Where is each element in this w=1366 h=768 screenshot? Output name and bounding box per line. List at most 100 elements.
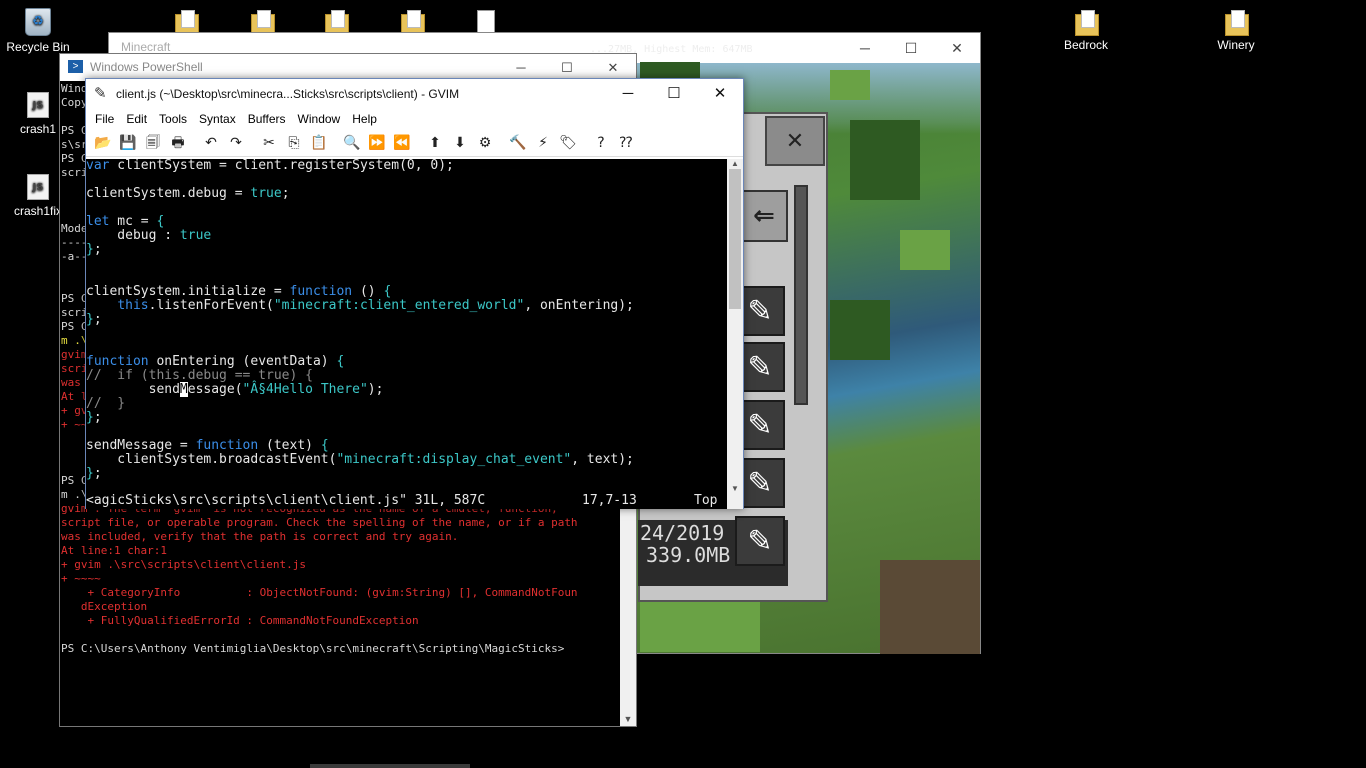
desktop-icon-recycle-bin[interactable]: ♻ Recycle Bin bbox=[0, 8, 76, 54]
minimize-button[interactable]: ─ bbox=[605, 79, 651, 109]
undo-icon[interactable]: ↶ bbox=[200, 132, 222, 154]
console-line: script file, or operable program. Check … bbox=[61, 516, 578, 529]
save-session-icon[interactable]: ⬇ bbox=[449, 132, 471, 154]
code-line: var clientSystem = client.registerSystem… bbox=[86, 159, 454, 173]
status-file: <agicSticks\src\scripts\client\client.js… bbox=[86, 493, 486, 508]
save-all-icon[interactable]: 🗐 bbox=[142, 132, 164, 154]
print-icon[interactable]: 🖶 bbox=[167, 132, 189, 154]
find-help-icon[interactable]: ⁇ bbox=[615, 132, 637, 154]
minimize-button[interactable]: ─ bbox=[842, 33, 888, 63]
minecraft-back-arrow-icon[interactable]: ⇐ bbox=[740, 190, 788, 242]
code-line: }; bbox=[86, 242, 102, 257]
console-line: + CategoryInfo : ObjectNotFound: (gvim:S… bbox=[61, 586, 578, 599]
close-button[interactable]: ✕ bbox=[590, 54, 636, 81]
make-icon[interactable]: 🔨 bbox=[507, 132, 529, 154]
tags-icon[interactable]: 🏷 bbox=[557, 132, 579, 154]
find-prev-icon[interactable]: ⏪ bbox=[391, 132, 413, 154]
menu-syntax[interactable]: Syntax bbox=[197, 109, 242, 129]
gvim-scrollbar[interactable]: ▲ ▼ bbox=[727, 159, 743, 509]
world-date: 24/2019 bbox=[640, 521, 725, 545]
code-line: sendMessage("Â§4Hello There"); bbox=[86, 382, 384, 397]
js-file-icon: JS bbox=[27, 92, 49, 118]
folder-icon bbox=[1075, 10, 1099, 36]
code-line: }; bbox=[86, 466, 102, 481]
console-line: was included, verify that the path is co… bbox=[61, 530, 459, 543]
menu-help[interactable]: Help bbox=[350, 109, 383, 129]
menu-edit[interactable]: Edit bbox=[124, 109, 153, 129]
code-line: clientSystem.initialize = function () { bbox=[86, 284, 392, 299]
window-title: Windows PowerShell bbox=[90, 60, 203, 74]
find-replace-icon[interactable]: 🔍 bbox=[341, 132, 363, 154]
close-button[interactable]: ✕ bbox=[934, 33, 980, 63]
console-line: At line:1 char:1 bbox=[61, 544, 167, 557]
folder-icon bbox=[1225, 10, 1249, 36]
folder-icon bbox=[401, 10, 425, 36]
save-icon[interactable]: 💾 bbox=[117, 132, 139, 154]
window-title: Minecraft bbox=[121, 40, 171, 54]
status-scroll: Top bbox=[694, 493, 718, 508]
document-icon bbox=[477, 10, 495, 34]
help-icon[interactable]: ? bbox=[590, 132, 612, 154]
taskbar-indicator bbox=[310, 764, 470, 768]
menu-tools[interactable]: Tools bbox=[157, 109, 193, 129]
gvim-editor[interactable]: var clientSystem = client.registerSystem… bbox=[86, 159, 727, 491]
maximize-button[interactable]: ☐ bbox=[544, 54, 590, 81]
gvim-status-line: <agicSticks\src\scripts\client\client.js… bbox=[86, 491, 727, 509]
code-line: debug : true bbox=[86, 228, 212, 243]
scroll-down-icon[interactable]: ▼ bbox=[727, 484, 743, 493]
find-next-icon[interactable]: ⏩ bbox=[366, 132, 388, 154]
menu-window[interactable]: Window bbox=[296, 109, 347, 129]
code-line: }; bbox=[86, 312, 102, 327]
console-line: dException bbox=[61, 600, 148, 613]
scroll-down-icon[interactable]: ▼ bbox=[620, 714, 636, 724]
menu-file[interactable]: File bbox=[93, 109, 120, 129]
desktop-icon-label: Recycle Bin bbox=[6, 40, 70, 54]
maximize-button[interactable]: ☐ bbox=[888, 33, 934, 63]
console-line: + FullyQualifiedErrorId : CommandNotFoun… bbox=[61, 614, 419, 627]
copy-icon[interactable]: ⎘ bbox=[283, 132, 305, 154]
maximize-button[interactable]: ☐ bbox=[651, 79, 697, 109]
redo-icon[interactable]: ↷ bbox=[225, 132, 247, 154]
cut-icon[interactable]: ✂ bbox=[258, 132, 280, 154]
shell-icon[interactable]: ⚡ bbox=[532, 132, 554, 154]
minecraft-panel-scrollbar[interactable] bbox=[794, 185, 808, 405]
code-line: // if (this.debug == true) { bbox=[86, 368, 313, 383]
folder-icon bbox=[251, 10, 275, 36]
code-line: // } bbox=[86, 396, 126, 411]
powershell-titlebar[interactable]: > Windows PowerShell ─ ☐ ✕ bbox=[60, 54, 636, 81]
code-line: clientSystem.debug = true; bbox=[86, 186, 290, 201]
desktop-icon-partial[interactable] bbox=[448, 10, 524, 34]
code-line: clientSystem.broadcastEvent("minecraft:d… bbox=[86, 452, 634, 467]
code-line: let mc = { bbox=[86, 214, 165, 229]
minecraft-panel-close-button[interactable]: ✕ bbox=[765, 116, 825, 166]
code-line: function onEntering (eventData) { bbox=[86, 354, 345, 369]
code-line: this.listenForEvent("minecraft:client_en… bbox=[117, 298, 634, 313]
open-icon[interactable]: 📂 bbox=[92, 132, 114, 154]
paste-icon[interactable]: 📋 bbox=[308, 132, 330, 154]
code-line: sendMessage = function (text) { bbox=[86, 438, 329, 453]
menu-buffers[interactable]: Buffers bbox=[246, 109, 292, 129]
window-title: client.js (~\Desktop\src\minecra...Stick… bbox=[116, 87, 460, 101]
close-button[interactable]: ✕ bbox=[697, 79, 743, 109]
scroll-thumb[interactable] bbox=[729, 169, 741, 309]
desktop-icon-winery[interactable]: Winery bbox=[1198, 10, 1274, 52]
load-session-icon[interactable]: ⬆ bbox=[424, 132, 446, 154]
scroll-up-icon[interactable]: ▲ bbox=[727, 159, 743, 168]
minimize-button[interactable]: ─ bbox=[498, 54, 544, 81]
gvim-titlebar[interactable]: ✎ client.js (~\Desktop\src\minecra...Sti… bbox=[86, 79, 743, 109]
text-cursor: M bbox=[179, 382, 188, 397]
desktop-icon-bedrock[interactable]: Bedrock bbox=[1048, 10, 1124, 52]
gvim-menubar: File Edit Tools Syntax Buffers Window Help bbox=[86, 109, 743, 129]
folder-icon bbox=[175, 10, 199, 36]
code-line: }; bbox=[86, 410, 102, 425]
pencil-icon[interactable]: ✎ bbox=[735, 516, 785, 566]
gvim-window[interactable]: ✎ client.js (~\Desktop\src\minecra...Sti… bbox=[85, 78, 744, 509]
desktop-icon-label: Winery bbox=[1217, 38, 1255, 52]
run-script-icon[interactable]: ⚙ bbox=[474, 132, 496, 154]
